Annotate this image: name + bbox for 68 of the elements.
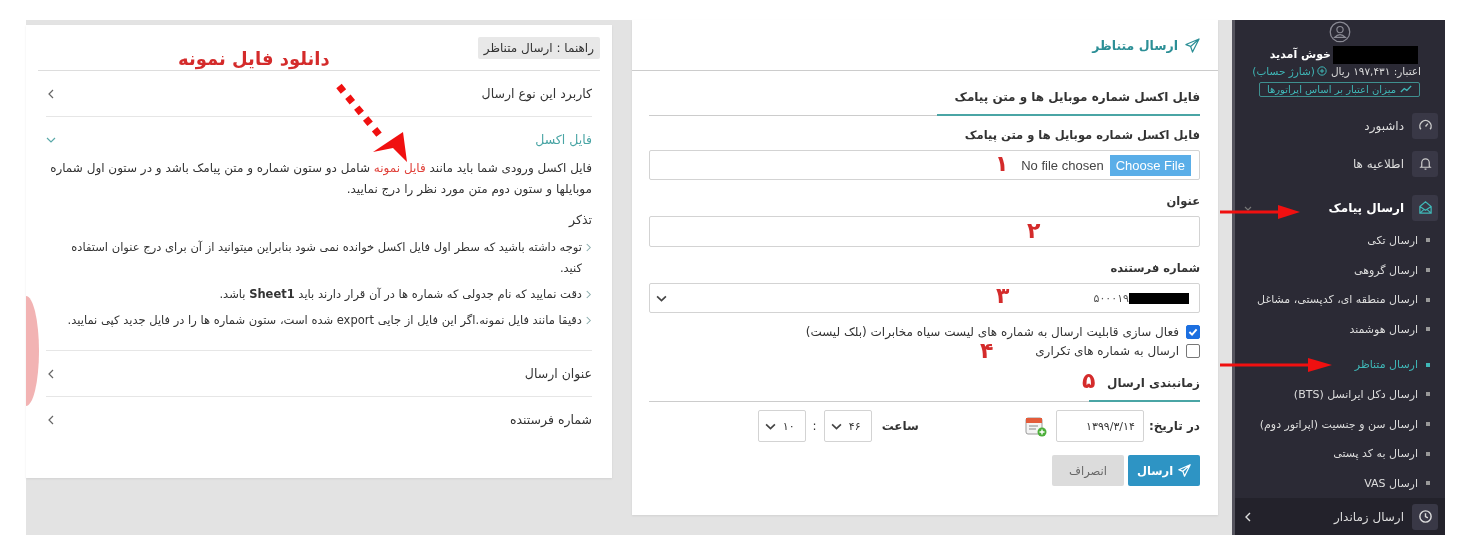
- menu-item[interactable]: ارسال زماندار: [1235, 498, 1445, 535]
- submenu-item[interactable]: ارسال سن و جنسیت (اپراتور دوم): [1235, 409, 1445, 439]
- checkbox-label: ارسال به شماره های تکراری: [1035, 344, 1179, 358]
- operator-credit-button[interactable]: میزان اعتبار بر اساس اپراتورها: [1259, 82, 1420, 97]
- field-label: عنوان: [1165, 194, 1200, 210]
- note-text: دقیقا مانند فایل نمونه.اگر این فایل از جایی export شده است، ستون شماره ها را در فایل جدید کپی نمایید.: [67, 312, 582, 329]
- checkbox[interactable]: [1186, 325, 1200, 339]
- clock-icon: [1417, 509, 1433, 524]
- time-select[interactable]: ۴۶: [823, 410, 872, 442]
- bullet-chevron-icon: [585, 290, 592, 299]
- note-text: توجه داشته باشید که سطر اول فایل اکسل خوانده نمی شود بنابراین میتوانید از آن برای درج عنوان استفاده کنید.: [70, 239, 582, 277]
- field-label: شماره فرستنده: [1109, 261, 1200, 277]
- accordion-header[interactable]: کاربرد این نوع ارسال: [481, 86, 592, 101]
- accordion-header[interactable]: عنوان ارسال: [524, 366, 592, 381]
- field-label: فایل اکسل شماره موبایل ها و متن پیامک: [963, 128, 1200, 144]
- bullet-chevron-icon: [585, 316, 592, 325]
- submenu-item[interactable]: ارسال منطقه ای، کدپستی، مشاغل: [1235, 284, 1445, 315]
- note-heading: تذکر: [567, 212, 592, 227]
- date-label: در تاریخ:: [1148, 419, 1200, 433]
- chevron-left-icon[interactable]: [46, 368, 56, 379]
- sender-select[interactable]: ۵۰۰۰۱۹ ۳: [649, 283, 1200, 313]
- title-input[interactable]: [649, 216, 1200, 247]
- bullet-chevron-icon: [585, 243, 592, 252]
- file-status: No file chosen: [1021, 157, 1104, 173]
- submenu-item[interactable]: ارسال متناظر: [1235, 350, 1445, 380]
- bell-icon: [1417, 156, 1433, 172]
- step-number: ۲: [1027, 217, 1041, 245]
- welcome-text: خوش آمدید: [1269, 48, 1331, 62]
- sender-value: ۵۰۰۰۱۹: [1093, 291, 1129, 305]
- user-avatar-icon[interactable]: [1327, 21, 1353, 43]
- sample-file-link[interactable]: فایل نمونه: [373, 161, 426, 175]
- checkbox[interactable]: [1186, 344, 1200, 358]
- submenu-item[interactable]: ارسال گروهی: [1235, 255, 1445, 285]
- time-select[interactable]: ۱۰: [757, 410, 806, 442]
- step-number: ۴: [980, 338, 994, 365]
- menu-item[interactable]: اطلاعیه ها: [1235, 148, 1445, 179]
- time-separator: :: [812, 419, 817, 433]
- menu-item[interactable]: داشبورد: [1235, 110, 1445, 141]
- submenu-item[interactable]: ارسال هوشمند: [1235, 314, 1445, 345]
- accordion-header[interactable]: شماره فرستنده: [509, 412, 592, 427]
- step-number: ۳: [996, 282, 1010, 310]
- date-input[interactable]: ۱۳۹۹/۳/۱۴: [1055, 410, 1144, 442]
- form-tab[interactable]: فایل اکسل شماره موبایل ها و متن پیامک: [936, 80, 1200, 116]
- paper-plane-icon: [1185, 37, 1200, 53]
- submenu-item[interactable]: ارسال دکل ایرانسل (BTS): [1235, 379, 1445, 410]
- submenu-item[interactable]: ارسال VAS: [1235, 468, 1445, 498]
- checkbox-label: فعال سازی قابلیت ارسال به شماره های لیست سیاه مخابرات (بلک لیست): [805, 325, 1179, 339]
- plus-circle-icon: [1316, 66, 1327, 77]
- envelope-icon: [1417, 200, 1433, 216]
- credit-text: اعتبار: ۱۹۷,۴۳۱ ریال: [1330, 65, 1421, 78]
- form-title: ارسال متناظر: [1092, 37, 1178, 53]
- help-paragraph: فایل اکسل ورودی شما باید مانند فایل نمونه شامل دو ستون شماره و متن پیامک باشد و در ستون اول شماره موبایلها و ستون دوم متن مورد نظر را درج نمایید.: [49, 160, 592, 199]
- charge-account-link[interactable]: (شارژ حساب): [1252, 65, 1327, 78]
- submenu-item[interactable]: ارسال به کد پستی: [1235, 438, 1445, 469]
- submenu-item[interactable]: ارسال تکی: [1235, 225, 1445, 256]
- cancel-button[interactable]: انصراف: [1052, 455, 1124, 486]
- step-number: ۱: [995, 150, 1009, 178]
- time-label: ساعت: [881, 419, 919, 433]
- redaction-block: [1129, 292, 1189, 304]
- calendar-icon[interactable]: [1024, 415, 1047, 437]
- time-value: ۱۰: [782, 419, 795, 433]
- trend-line-icon: [1400, 84, 1413, 94]
- paper-plane-icon: [1178, 464, 1192, 477]
- time-value: ۴۶: [848, 419, 861, 433]
- chevron-left-icon[interactable]: [46, 88, 56, 99]
- annotation-caption: دانلود فایل نمونه: [178, 48, 330, 69]
- chevron-left-icon[interactable]: [46, 414, 56, 425]
- help-title: راهنما : ارسال متناظر: [477, 36, 600, 59]
